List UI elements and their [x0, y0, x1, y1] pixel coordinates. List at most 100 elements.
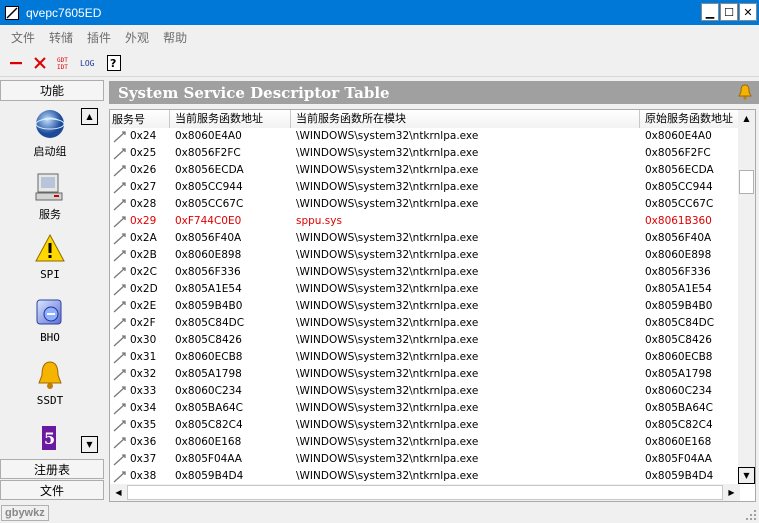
- sidebar-item-purple[interactable]: 5: [22, 422, 78, 454]
- cell-original-address: 0x805A1E54: [645, 283, 712, 295]
- table-row[interactable]: 0x36 0x8060E168 \WINDOWS\system32\ntkrnlpa…: [110, 434, 740, 451]
- cell-current-address: 0x8060E4A0: [175, 130, 242, 142]
- cell-original-address: 0x805A1798: [645, 368, 712, 380]
- table-row[interactable]: 0x25 0x8056F2FC \WINDOWS\system32\ntkrnlpa…: [110, 145, 740, 162]
- gdt-idt-icon: GDT IDT: [57, 57, 68, 71]
- cell-original-address: 0x8060E168: [645, 436, 712, 448]
- row-entry-icon: [113, 147, 126, 159]
- col-header-current-address[interactable]: 当前服务函数地址: [170, 110, 291, 128]
- cell-current-address: 0x805CC944: [175, 181, 243, 193]
- menu-appearance[interactable]: 外观: [118, 29, 156, 46]
- sidebar-registry-button[interactable]: 注册表: [0, 459, 104, 479]
- cell-current-module: \WINDOWS\system32\ntkrnlpa.exe: [296, 402, 479, 414]
- sidebar-item-services[interactable]: 服务: [22, 171, 78, 222]
- table-horizontal-scrollbar[interactable]: ◀ ▶: [110, 484, 740, 501]
- table-row[interactable]: 0x37 0x805F04AA \WINDOWS\system32\ntkrnlpa…: [110, 451, 740, 468]
- table-row[interactable]: 0x30 0x805C8426 \WINDOWS\system32\ntkrnlpa…: [110, 332, 740, 349]
- scroll-up-button[interactable]: ▲: [738, 110, 755, 127]
- service-id-text: 0x2F: [130, 317, 156, 329]
- table-row[interactable]: 0x26 0x8056ECDA \WINDOWS\system32\ntkrnlpa…: [110, 162, 740, 179]
- menu-help[interactable]: 帮助: [156, 29, 194, 46]
- table-row[interactable]: 0x34 0x805BA64C \WINDOWS\system32\ntkrnlpa…: [110, 400, 740, 417]
- table-row[interactable]: 0x2E 0x8059B4B0 \WINDOWS\system32\ntkrnlpa…: [110, 298, 740, 315]
- table-row[interactable]: 0x33 0x8060C234 \WINDOWS\system32\ntkrnlpa…: [110, 383, 740, 400]
- cell-current-module: \WINDOWS\system32\ntkrnlpa.exe: [296, 436, 479, 448]
- sidebar-item-startup[interactable]: 启动组: [22, 108, 78, 159]
- sidebar-scroll-up[interactable]: ▲: [81, 108, 98, 125]
- table-row[interactable]: 0x29 0xF744C0E0 sppu.sys 0x8061B360: [110, 213, 740, 230]
- cell-current-address: 0x805C8426: [175, 334, 242, 346]
- cell-original-address: 0x8060E898: [645, 249, 712, 261]
- menu-plugins[interactable]: 插件: [80, 29, 118, 46]
- minimize-button[interactable]: ▁: [701, 3, 719, 21]
- cell-original-address: 0x805BA64C: [645, 402, 714, 414]
- cell-current-module: \WINDOWS\system32\ntkrnlpa.exe: [296, 130, 479, 142]
- sidebar-item-spi[interactable]: SPI: [22, 233, 78, 281]
- scroll-thumb[interactable]: [739, 170, 754, 194]
- table-row[interactable]: 0x27 0x805CC944 \WINDOWS\system32\ntkrnlpa…: [110, 179, 740, 196]
- table-row[interactable]: 0x35 0x805C82C4 \WINDOWS\system32\ntkrnlpa…: [110, 417, 740, 434]
- cell-original-address: 0x8059B4D4: [645, 470, 714, 482]
- cell-original-address: 0x805C84DC: [645, 317, 715, 329]
- remove-button[interactable]: [6, 53, 26, 73]
- resize-grip-icon[interactable]: [745, 509, 757, 521]
- table-row[interactable]: 0x2A 0x8056F40A \WINDOWS\system32\ntkrnlpa…: [110, 230, 740, 247]
- service-id-text: 0x26: [130, 164, 157, 176]
- sidebar-item-ssdt[interactable]: SSDT: [22, 359, 78, 407]
- scroll-right-button[interactable]: ▶: [723, 484, 740, 501]
- sidebar-scroll-down[interactable]: ▼: [81, 436, 98, 453]
- table-row[interactable]: 0x2B 0x8060E898 \WINDOWS\system32\ntkrnlpa…: [110, 247, 740, 264]
- table-row[interactable]: 0x2D 0x805A1E54 \WINDOWS\system32\ntkrnlpa…: [110, 281, 740, 298]
- sidebar-item-bho[interactable]: BHO: [22, 296, 78, 344]
- cell-current-address: 0x8056ECDA: [175, 164, 244, 176]
- table-row[interactable]: 0x38 0x8059B4D4 \WINDOWS\system32\ntkrnlpa…: [110, 468, 740, 485]
- gdt-idt-button[interactable]: GDT IDT: [54, 53, 74, 73]
- globe-icon: [33, 108, 67, 140]
- service-id-text: 0x36: [130, 436, 157, 448]
- cell-original-address: 0x8056F336: [645, 266, 711, 278]
- computer-icon: [33, 171, 67, 203]
- triangle-down-icon: ▼: [86, 440, 93, 449]
- scroll-down-button[interactable]: ▼: [738, 467, 755, 484]
- sidebar-scrollbar[interactable]: ▲ ▼: [81, 108, 98, 454]
- close-button[interactable]: ✕: [739, 3, 757, 21]
- svg-text:GDT: GDT: [57, 57, 68, 64]
- table-vertical-scrollbar[interactable]: ▲ ▼: [738, 110, 755, 484]
- cell-service-id: 0x26: [110, 162, 170, 179]
- svg-text:LOG: LOG: [80, 59, 95, 68]
- row-entry-icon: [113, 164, 126, 176]
- table-row[interactable]: 0x28 0x805CC67C \WINDOWS\system32\ntkrnlpa…: [110, 196, 740, 213]
- warning-icon: [33, 233, 67, 265]
- sidebar-header[interactable]: 功能: [0, 80, 104, 101]
- help-button[interactable]: ?: [104, 53, 124, 73]
- table-row[interactable]: 0x2C 0x8056F336 \WINDOWS\system32\ntkrnlpa…: [110, 264, 740, 281]
- log-button[interactable]: LOG: [78, 53, 100, 73]
- status-bar: gbywkz: [0, 503, 759, 523]
- service-id-text: 0x29: [130, 215, 157, 227]
- scroll-left-button[interactable]: ◀: [110, 484, 127, 501]
- minus-icon: [10, 61, 22, 64]
- triangle-left-icon: ◀: [115, 488, 122, 497]
- table-row[interactable]: 0x31 0x8060ECB8 \WINDOWS\system32\ntkrnlpa…: [110, 349, 740, 366]
- sidebar-file-button[interactable]: 文件: [0, 480, 104, 500]
- hscroll-thumb[interactable]: [127, 485, 723, 500]
- cell-current-address: 0x805A1E54: [175, 283, 242, 295]
- ssdt-table: 服务号 当前服务函数地址 当前服务函数所在模块 原始服务函数地址 0x24 0x8…: [109, 109, 756, 502]
- maximize-button[interactable]: ☐: [720, 3, 738, 21]
- table-row[interactable]: 0x2F 0x805C84DC \WINDOWS\system32\ntkrnlpa…: [110, 315, 740, 332]
- menu-file[interactable]: 文件: [4, 29, 42, 46]
- table-row[interactable]: 0x24 0x8060E4A0 \WINDOWS\system32\ntkrnlpa…: [110, 128, 740, 145]
- browser-icon: [33, 296, 67, 328]
- maximize-icon: ☐: [724, 5, 734, 19]
- col-header-original-address[interactable]: 原始服务函数地址: [640, 110, 740, 128]
- cell-service-id: 0x2D: [110, 281, 170, 298]
- row-entry-icon: [113, 402, 126, 414]
- col-header-current-module[interactable]: 当前服务函数所在模块: [291, 110, 640, 128]
- menu-dump[interactable]: 转储: [42, 29, 80, 46]
- cell-current-module: \WINDOWS\system32\ntkrnlpa.exe: [296, 266, 479, 278]
- col-header-service-id[interactable]: 服务号: [110, 110, 170, 128]
- row-entry-icon: [113, 232, 126, 244]
- cell-current-module: \WINDOWS\system32\ntkrnlpa.exe: [296, 300, 479, 312]
- table-row[interactable]: 0x32 0x805A1798 \WINDOWS\system32\ntkrnlpa…: [110, 366, 740, 383]
- delete-button[interactable]: [30, 53, 50, 73]
